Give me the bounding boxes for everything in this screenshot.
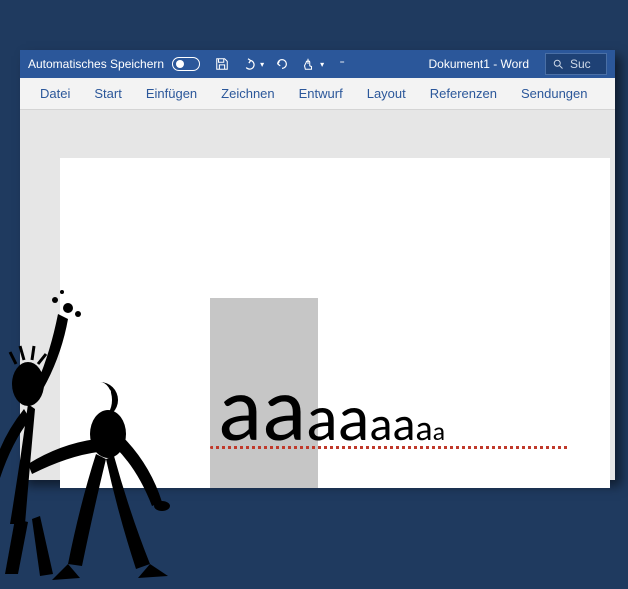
title-bar: Automatisches Speichern ▾ ▾ ⁼ Dokument1 …	[20, 50, 615, 78]
char: a	[433, 418, 445, 444]
save-icon[interactable]	[214, 56, 230, 72]
undo-dropdown[interactable]: ▾	[260, 60, 264, 69]
char: a	[262, 363, 306, 455]
search-placeholder: Suc	[570, 57, 591, 71]
char: a	[218, 363, 262, 455]
search-icon	[552, 58, 564, 70]
word-window: Automatisches Speichern ▾ ▾ ⁼ Dokument1 …	[20, 50, 615, 480]
quick-access-toolbar: ▾ ▾ ⁼	[214, 56, 350, 72]
spellcheck-underline	[210, 446, 570, 449]
char: a	[338, 385, 370, 451]
tab-sendungen[interactable]: Sendungen	[509, 78, 600, 110]
ruler	[20, 110, 615, 130]
autosave-label: Automatisches Speichern	[28, 57, 164, 71]
touch-icon[interactable]	[300, 56, 316, 72]
touch-dropdown[interactable]: ▾	[320, 60, 324, 69]
page[interactable]: aaaaaaaa	[60, 158, 610, 488]
tab-start[interactable]: Start	[82, 78, 133, 110]
undo-icon[interactable]	[240, 56, 256, 72]
tab-einfuegen[interactable]: Einfügen	[134, 78, 209, 110]
ribbon-tabs: Datei Start Einfügen Zeichnen Entwurf La…	[20, 78, 615, 110]
char: a	[415, 410, 432, 446]
document-area: aaaaaaaa	[20, 130, 615, 480]
document-text[interactable]: aaaaaaaa	[218, 363, 445, 455]
tab-layout[interactable]: Layout	[355, 78, 418, 110]
document-title: Dokument1 - Word	[429, 57, 529, 71]
char: a	[306, 385, 338, 451]
tab-entwurf[interactable]: Entwurf	[287, 78, 355, 110]
qat-more-icon[interactable]: ⁼	[334, 56, 350, 72]
tab-zeichnen[interactable]: Zeichnen	[209, 78, 286, 110]
tab-referenzen[interactable]: Referenzen	[418, 78, 509, 110]
search-box[interactable]: Suc	[545, 53, 607, 75]
autosave-toggle[interactable]	[172, 57, 200, 71]
char: a	[369, 400, 392, 448]
tab-datei[interactable]: Datei	[28, 78, 82, 110]
char: a	[392, 400, 415, 448]
redo-icon[interactable]	[274, 56, 290, 72]
